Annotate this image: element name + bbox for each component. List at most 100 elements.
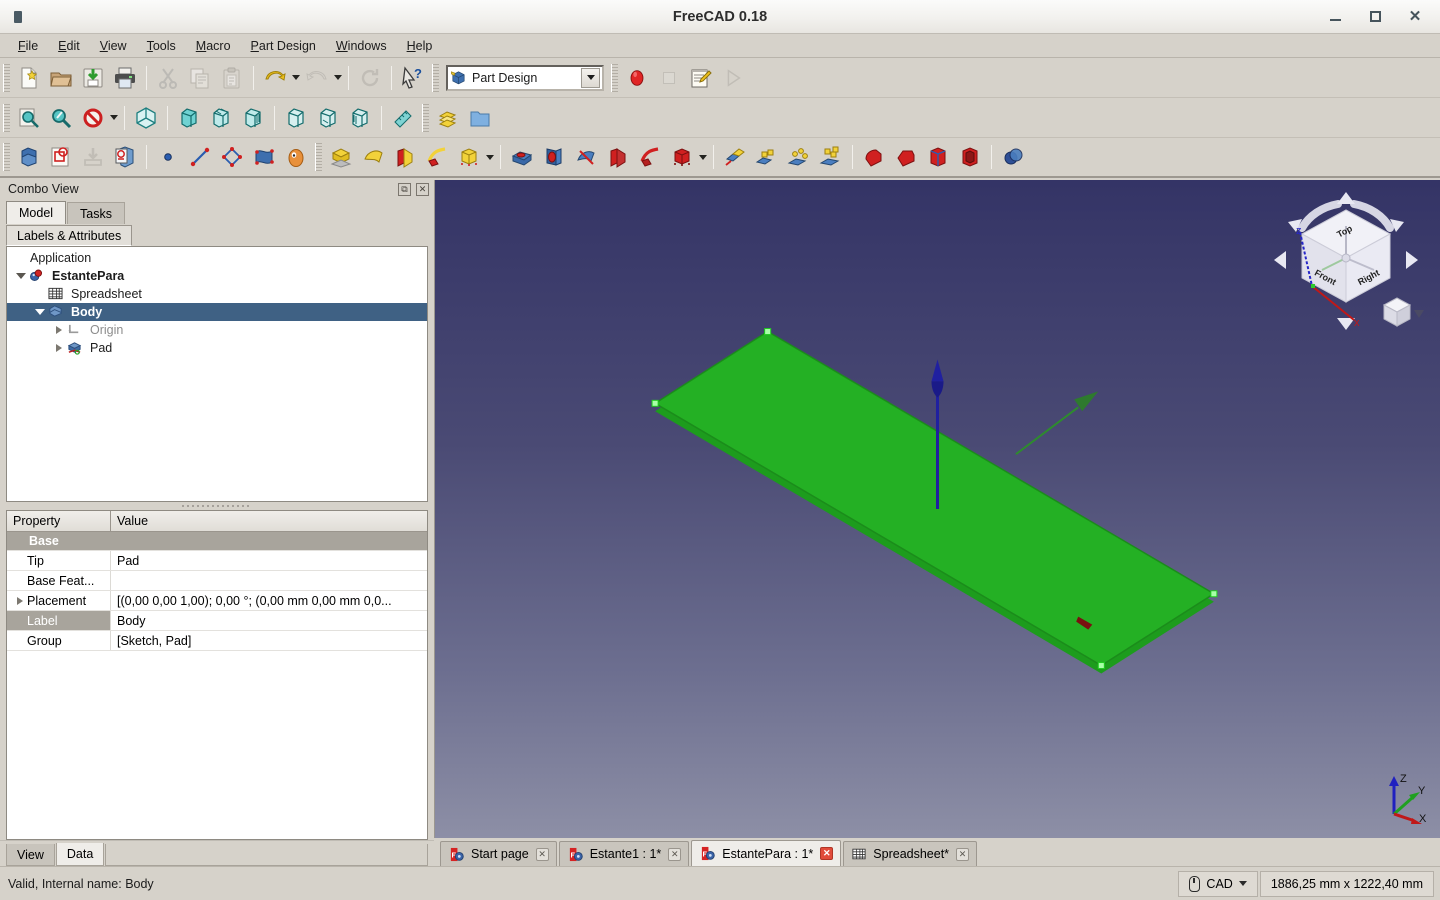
menu-macro[interactable]: Macro xyxy=(186,36,241,56)
tree-item-body[interactable]: Body xyxy=(7,303,427,321)
menu-tools[interactable]: Tools xyxy=(137,36,186,56)
loft-icon[interactable] xyxy=(389,141,421,173)
property-editor[interactable]: Property Value Base Tip Pad Base Feat... Pla… xyxy=(6,510,428,840)
document-tab-start-page[interactable]: F Start page ✕ xyxy=(440,841,557,866)
expand-arrow-icon[interactable] xyxy=(13,596,27,605)
workbench-dropdown-arrow[interactable] xyxy=(581,67,600,88)
property-row-group[interactable]: Group [Sketch, Pad] xyxy=(7,631,427,651)
tree-item-origin[interactable]: Origin xyxy=(7,321,427,339)
property-value-cell[interactable]: Pad xyxy=(111,554,427,568)
copy-icon[interactable] xyxy=(184,62,216,94)
fit-all-icon[interactable] xyxy=(13,102,45,134)
close-button[interactable]: ✕ xyxy=(1408,9,1422,24)
front-view-icon[interactable] xyxy=(173,102,205,134)
property-value-cell[interactable]: [(0,00 0,00 1,00); 0,00 °; (0,00 mm 0,00… xyxy=(111,594,427,608)
property-row-tip[interactable]: Tip Pad xyxy=(7,551,427,571)
close-tab-icon[interactable]: ✕ xyxy=(956,847,970,861)
close-tab-icon[interactable]: ✕ xyxy=(535,847,549,861)
create-point-icon[interactable] xyxy=(152,141,184,173)
document-tab-estantepara-1[interactable]: F EstantePara : 1* ✕ xyxy=(691,840,842,866)
mirrored-icon[interactable] xyxy=(719,141,751,173)
revolution-icon[interactable] xyxy=(357,141,389,173)
minimize-button[interactable] xyxy=(1328,10,1342,24)
fillet-icon[interactable] xyxy=(858,141,890,173)
tree-item-estantepara[interactable]: EstantePara xyxy=(7,267,427,285)
3d-viewport[interactable]: Top Front Right z x Z Y X xyxy=(434,180,1440,838)
create-plane-icon[interactable] xyxy=(216,141,248,173)
tab-model[interactable]: Model xyxy=(6,201,67,224)
navigation-mode-selector[interactable]: CAD xyxy=(1178,870,1258,897)
labels-attributes-header[interactable]: Labels & Attributes xyxy=(6,225,133,246)
tree-item-pad[interactable]: Pad xyxy=(7,339,427,357)
toolbar-grip[interactable] xyxy=(422,103,429,132)
validate-sketch-icon[interactable] xyxy=(109,141,141,173)
toolbar-grip[interactable] xyxy=(611,63,618,92)
toolbar-grip[interactable] xyxy=(315,143,322,171)
folder-icon[interactable] xyxy=(464,102,496,134)
new-document-icon[interactable] xyxy=(13,62,45,94)
property-tab-view[interactable]: View xyxy=(6,844,55,866)
menu-part-design[interactable]: Part Design xyxy=(241,36,326,56)
maximize-button[interactable] xyxy=(1368,10,1382,24)
redo-dropdown-arrow[interactable] xyxy=(333,64,343,92)
model-tree[interactable]: Application EstantePara Spreadsheet Body Ori… xyxy=(6,246,428,502)
tab-tasks[interactable]: Tasks xyxy=(67,202,125,224)
property-row-label[interactable]: Label Body xyxy=(7,611,427,631)
property-value-cell[interactable]: [Sketch, Pad] xyxy=(111,634,427,648)
panel-splitter[interactable] xyxy=(6,502,428,510)
navigation-cube[interactable]: Top Front Right z x xyxy=(1266,186,1426,336)
workbench-selector[interactable]: Part Design xyxy=(446,64,604,91)
multi-transform-icon[interactable] xyxy=(815,141,847,173)
document-tab-spreadsheet[interactable]: Spreadsheet* ✕ xyxy=(843,841,978,866)
expand-arrow-icon[interactable] xyxy=(51,344,67,352)
menu-windows[interactable]: Windows xyxy=(326,36,397,56)
property-tab-data[interactable]: Data xyxy=(55,843,105,866)
thickness-icon[interactable] xyxy=(954,141,986,173)
whats-this-icon[interactable]: ? xyxy=(397,62,429,94)
measure-icon[interactable] xyxy=(387,102,419,134)
boolean-op-icon[interactable] xyxy=(997,141,1029,173)
additive-primitive-icon[interactable] xyxy=(453,141,485,173)
redo-icon[interactable] xyxy=(301,62,333,94)
create-line-icon[interactable] xyxy=(184,141,216,173)
menu-help[interactable]: Help xyxy=(397,36,443,56)
toolbar-grip[interactable] xyxy=(432,63,439,92)
attach-sketch-icon[interactable] xyxy=(77,141,109,173)
tree-item-application[interactable]: Application xyxy=(7,249,427,267)
subtractive-primitive-dropdown-arrow[interactable] xyxy=(698,143,708,171)
clone-icon[interactable] xyxy=(280,141,312,173)
close-tab-icon[interactable]: ✕ xyxy=(668,847,682,861)
polar-pattern-icon[interactable] xyxy=(783,141,815,173)
macro-stop-icon[interactable] xyxy=(653,62,685,94)
document-tab-estante1-1[interactable]: F Estante1 : 1* ✕ xyxy=(558,841,690,866)
close-panel-button[interactable]: ✕ xyxy=(416,182,429,196)
menu-edit[interactable]: Edit xyxy=(48,36,90,56)
rear-view-icon[interactable] xyxy=(280,102,312,134)
subtractive-pipe-icon[interactable] xyxy=(634,141,666,173)
draft-icon[interactable] xyxy=(922,141,954,173)
float-panel-button[interactable]: ⧉ xyxy=(398,182,411,196)
create-sketch-icon[interactable] xyxy=(45,141,77,173)
save-document-icon[interactable] xyxy=(77,62,109,94)
draw-style-icon[interactable] xyxy=(77,102,109,134)
additive-primitive-dropdown-arrow[interactable] xyxy=(485,143,495,171)
macro-execute-icon[interactable] xyxy=(717,62,749,94)
draw-style-dropdown-arrow[interactable] xyxy=(109,104,119,132)
collapse-arrow-icon[interactable] xyxy=(32,309,48,315)
expand-arrow-icon[interactable] xyxy=(51,326,67,334)
isometric-view-icon[interactable] xyxy=(130,102,162,134)
menu-view[interactable]: View xyxy=(90,36,137,56)
cut-icon[interactable] xyxy=(152,62,184,94)
menu-file[interactable]: File xyxy=(8,36,48,56)
top-view-icon[interactable] xyxy=(205,102,237,134)
refresh-icon[interactable] xyxy=(354,62,386,94)
hole-icon[interactable] xyxy=(538,141,570,173)
open-document-icon[interactable] xyxy=(45,62,77,94)
linear-pattern-icon[interactable] xyxy=(751,141,783,173)
create-body-icon[interactable] xyxy=(13,141,45,173)
property-value-cell[interactable]: Body xyxy=(111,614,427,628)
macro-edit-icon[interactable] xyxy=(685,62,717,94)
chamfer-icon[interactable] xyxy=(890,141,922,173)
subtractive-loft-icon[interactable] xyxy=(602,141,634,173)
macro-record-icon[interactable] xyxy=(621,62,653,94)
